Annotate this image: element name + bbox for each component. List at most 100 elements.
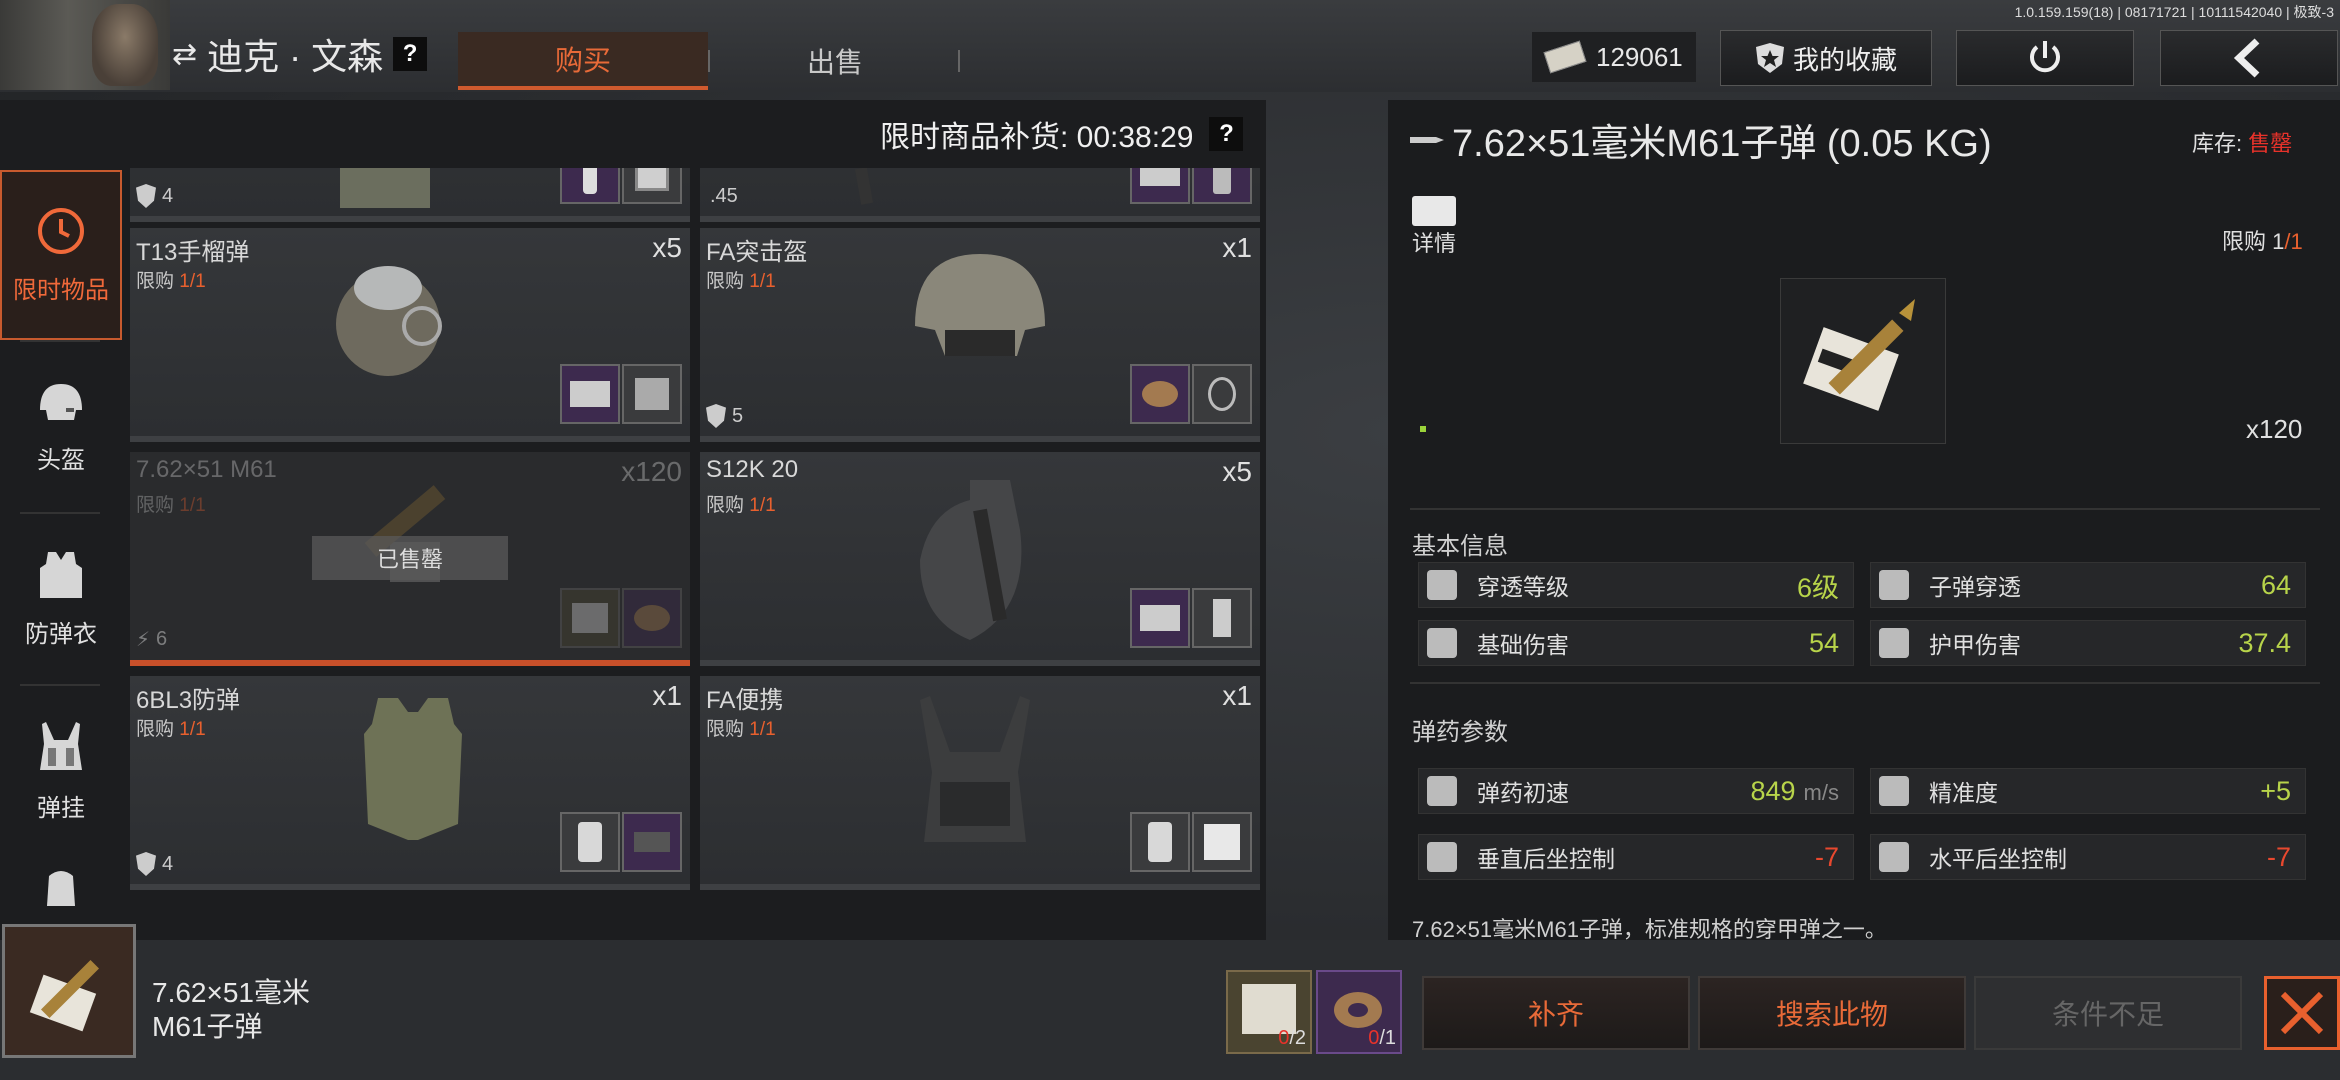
item-card[interactable]: 4: [130, 168, 690, 222]
condition-unmet-button[interactable]: 条件不足: [1974, 976, 2242, 1050]
close-icon: [2280, 991, 2324, 1035]
armor-class: 4: [136, 852, 173, 876]
item-detail-title: 7.62×51毫米M61子弹 (0.05 KG): [1410, 112, 1992, 167]
backpack-icon: [47, 871, 75, 906]
material-slot[interactable]: [560, 168, 620, 204]
material-slot[interactable]: [622, 812, 682, 872]
shield-icon: [706, 404, 726, 428]
sidebar-item-label: 头盔: [37, 446, 85, 474]
favorites-label: 我的收藏: [1792, 44, 1897, 75]
vertical-recoil-icon: [1419, 835, 1465, 879]
armor-class: 4: [136, 184, 173, 208]
category-sidebar: 限时物品 头盔 防弹衣 弹挂: [0, 168, 124, 938]
item-card-fa-rig[interactable]: FA便携 x1 限购 1/1: [700, 676, 1260, 890]
required-material-cable[interactable]: 0/1: [1316, 970, 1402, 1054]
material-slot[interactable]: [1130, 588, 1190, 648]
search-item-button[interactable]: 搜索此物: [1698, 976, 1966, 1050]
material-slot[interactable]: [1192, 812, 1252, 872]
material-slot[interactable]: [1192, 588, 1252, 648]
item-name: 6BL3防弹: [136, 687, 241, 714]
helmet-item-image: [915, 254, 1045, 356]
material-slot[interactable]: [560, 364, 620, 424]
item-card-m61[interactable]: 7.62×51 M61 x120 限购 1/1 已售罄 ⚡ 6: [130, 452, 690, 666]
item-card[interactable]: .45: [700, 168, 1260, 222]
purchase-limit: 限购 1/1: [706, 271, 776, 292]
fill-button[interactable]: 补齐: [1422, 976, 1690, 1050]
purchase-limit: 限购 1/1: [706, 719, 776, 740]
item-quantity: x5: [1222, 456, 1252, 487]
required-material-paper[interactable]: 0/2: [1226, 970, 1312, 1054]
close-button[interactable]: [2264, 976, 2340, 1050]
back-button[interactable]: [2160, 30, 2338, 86]
item-card-6bl3-vest[interactable]: 6BL3防弹 x1 限购 1/1 4: [130, 676, 690, 890]
armor-class: 5: [706, 404, 743, 428]
version-text: 1.0.159.159(18) | 08171721 | 10111542040…: [2014, 4, 2334, 20]
item-quantity: x1: [1222, 680, 1252, 711]
item-quantity: x1: [1222, 232, 1252, 263]
rig-icon: [40, 721, 82, 770]
sidebar-item-rig[interactable]: 弹挂: [0, 686, 122, 856]
details-icon[interactable]: [1412, 196, 1456, 226]
material-slot[interactable]: [560, 812, 620, 872]
sidebar-divider: [20, 684, 100, 686]
stat-armor-damage: 护甲伤害 37.4: [1870, 620, 2306, 666]
item-name: T13手榴弹: [136, 239, 250, 266]
stat-penetration-level: 穿透等级 6级: [1418, 562, 1854, 608]
sidebar-item-vest[interactable]: 防弹衣: [0, 514, 122, 684]
stat-accuracy: 精准度 +5: [1870, 768, 2306, 814]
trader-switch[interactable]: ⇄ 迪克 · 文森 ?: [172, 28, 428, 80]
purchase-limit: 限购 1/1: [136, 719, 206, 740]
material-slot[interactable]: [1192, 364, 1252, 424]
bullet-icon: [1410, 136, 1444, 143]
details-label[interactable]: 详情: [1412, 226, 1456, 258]
power-button[interactable]: [1956, 30, 2134, 86]
tab-sell[interactable]: 出售: [710, 32, 960, 90]
stat-horizontal-recoil: 水平后坐控制 -7: [1870, 834, 2306, 880]
penetration-icon: ⚡: [136, 629, 151, 651]
material-slot[interactable]: [1130, 364, 1190, 424]
help-icon[interactable]: ?: [1209, 117, 1244, 151]
purchase-limit: 限购 1/1: [706, 495, 776, 516]
restock-timer: 限时商品补货: 00:38:29 ?: [880, 112, 1244, 156]
selected-item-name: 7.62×51毫米 M61子弹: [152, 977, 310, 1042]
item-name: FA突击盔: [706, 239, 808, 266]
required-materials: [560, 364, 682, 424]
favorites-button[interactable]: 我的收藏: [1720, 30, 1932, 86]
item-quantity: x1: [652, 680, 682, 711]
item-name: 7.62×51 M61: [136, 456, 277, 483]
help-icon[interactable]: ?: [393, 37, 428, 71]
tab-buy[interactable]: 购买: [458, 32, 708, 90]
stat-muzzle-velocity: 弹药初速 849 m/s: [1418, 768, 1854, 814]
shield-icon: [136, 852, 156, 876]
item-card-t13-grenade[interactable]: T13手榴弹 x5 限购 1/1: [130, 228, 690, 442]
star-shield-icon: [1755, 43, 1784, 73]
material-slot[interactable]: [622, 588, 682, 648]
material-slot[interactable]: [560, 588, 620, 648]
sidebar-item-helmet[interactable]: 头盔: [0, 342, 122, 512]
material-slot[interactable]: [1130, 168, 1190, 204]
sidebar-item-label: 防弹衣: [25, 620, 97, 648]
item-card-s12k[interactable]: S12K 20 x5 限购 1/1: [700, 452, 1260, 666]
velocity-icon: [1419, 769, 1465, 813]
required-materials: [1130, 812, 1252, 872]
stat-base-damage: 基础伤害 54: [1418, 620, 1854, 666]
rig-item-image: [920, 696, 1030, 842]
stock-status: 库存: 售罄: [2192, 131, 2293, 156]
trader-name: 迪克 · 文森: [207, 36, 384, 77]
caliber-label: .45: [710, 185, 738, 207]
item-card-fa-helmet[interactable]: FA突击盔 x1 限购 1/1 5: [700, 228, 1260, 442]
sidebar-item-label: 弹挂: [37, 794, 85, 822]
divider: [1410, 508, 2320, 510]
item-detail-panel: [1388, 100, 2340, 940]
required-materials: [1130, 364, 1252, 424]
stat-bullet-penetration: 子弹穿透 64: [1870, 562, 2306, 608]
material-slot[interactable]: [622, 364, 682, 424]
material-slot[interactable]: [1192, 168, 1252, 204]
armor-damage-icon: [1871, 621, 1917, 665]
material-slot[interactable]: [622, 168, 682, 204]
material-slot[interactable]: [1130, 812, 1190, 872]
divider: [1410, 682, 2320, 684]
selected-item-thumbnail[interactable]: [2, 924, 136, 1058]
drum-magazine-item-image: [920, 480, 1022, 640]
sidebar-item-limited[interactable]: 限时物品: [0, 170, 122, 340]
